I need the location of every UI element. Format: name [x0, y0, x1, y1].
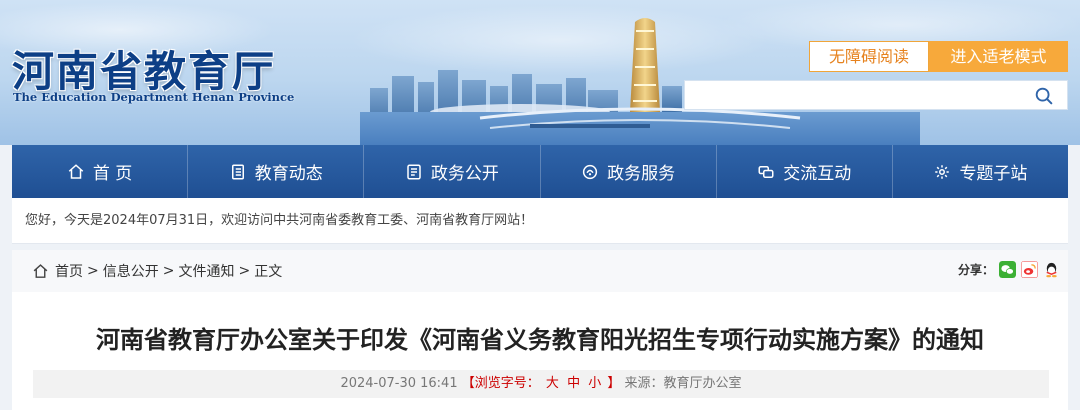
font-size-small-link[interactable]: 小	[588, 376, 601, 391]
home-icon	[68, 163, 84, 179]
site-logo-english: The Education Department Henan Province	[13, 90, 295, 104]
font-size-suffix: 】	[607, 376, 621, 391]
nav-label: 专题子站	[959, 164, 1028, 184]
search-input[interactable]	[685, 81, 1015, 109]
topic-icon	[935, 164, 950, 179]
breadcrumb-separator: >	[87, 263, 99, 279]
share-bar: 分享：	[958, 261, 1060, 278]
welcome-message: 您好，今天是2024年07月31日，欢迎访问中共河南省委教育工委、河南省教育厅网…	[12, 198, 1068, 244]
font-size-prefix: 【浏览字号：	[461, 376, 540, 391]
breadcrumb: 首页 > 信息公开 > 文件通知 > 正文 分享：	[12, 250, 1068, 292]
nav-label: 政务公开	[430, 164, 499, 184]
article-source: 来源：教育厅办公室	[624, 376, 742, 391]
weibo-icon[interactable]	[1021, 261, 1038, 278]
accessibility-reading-button[interactable]: 无障碍阅读	[809, 41, 929, 72]
nav-item-interaction[interactable]: 交流互动	[717, 145, 893, 198]
site-header: 河南省教育厅 The Education Department Henan Pr…	[0, 0, 1080, 145]
nav-label: 首 页	[92, 164, 133, 184]
breadcrumb-info-disclosure[interactable]: 信息公开	[103, 261, 159, 281]
main-nav: 首 页 教育动态 政务公开 政务服务 交流互动 专题子站	[12, 145, 1068, 198]
qq-icon[interactable]	[1043, 261, 1060, 278]
elder-mode-button[interactable]: 进入适老模式	[929, 41, 1068, 72]
breadcrumb-home[interactable]: 首页	[55, 261, 83, 281]
font-size-medium-link[interactable]: 中	[567, 376, 580, 391]
nav-item-education-news[interactable]: 教育动态	[188, 145, 365, 198]
article: 河南省教育厅办公室关于印发《河南省义务教育阳光招生专项行动实施方案》的通知 20…	[12, 292, 1068, 410]
article-title: 河南省教育厅办公室关于印发《河南省义务教育阳光招生专项行动实施方案》的通知	[96, 326, 984, 354]
publish-date: 2024-07-30 16:41	[340, 376, 458, 391]
breadcrumb-separator: >	[238, 263, 251, 279]
breadcrumb-separator: >	[162, 263, 175, 279]
nav-item-home[interactable]: 首 页	[12, 145, 189, 198]
nav-item-government-affairs[interactable]: 政务公开	[364, 145, 541, 198]
service-icon	[582, 164, 598, 179]
font-size-large-link[interactable]: 大	[546, 376, 559, 391]
article-meta: 2024-07-30 16:41 【浏览字号： 大 中 小 】 来源：教育厅办公…	[33, 370, 1049, 398]
search-box	[684, 80, 1068, 110]
nav-item-topic-sites[interactable]: 专题子站	[893, 145, 1068, 198]
search-icon[interactable]	[1033, 85, 1055, 107]
document-icon	[407, 164, 421, 179]
city-skyline-banner	[360, 18, 920, 145]
nav-item-government-services[interactable]: 政务服务	[541, 145, 717, 198]
nav-label: 政务服务	[607, 164, 676, 184]
nav-label: 交流互动	[783, 164, 852, 184]
news-icon	[231, 164, 244, 179]
home-icon	[33, 263, 48, 278]
chat-icon	[758, 165, 774, 178]
nav-label: 教育动态	[254, 164, 323, 184]
wechat-icon[interactable]	[999, 261, 1016, 278]
breadcrumb-notices[interactable]: 文件通知	[178, 261, 234, 281]
share-label: 分享：	[957, 263, 994, 277]
breadcrumb-current: 正文	[254, 264, 283, 280]
